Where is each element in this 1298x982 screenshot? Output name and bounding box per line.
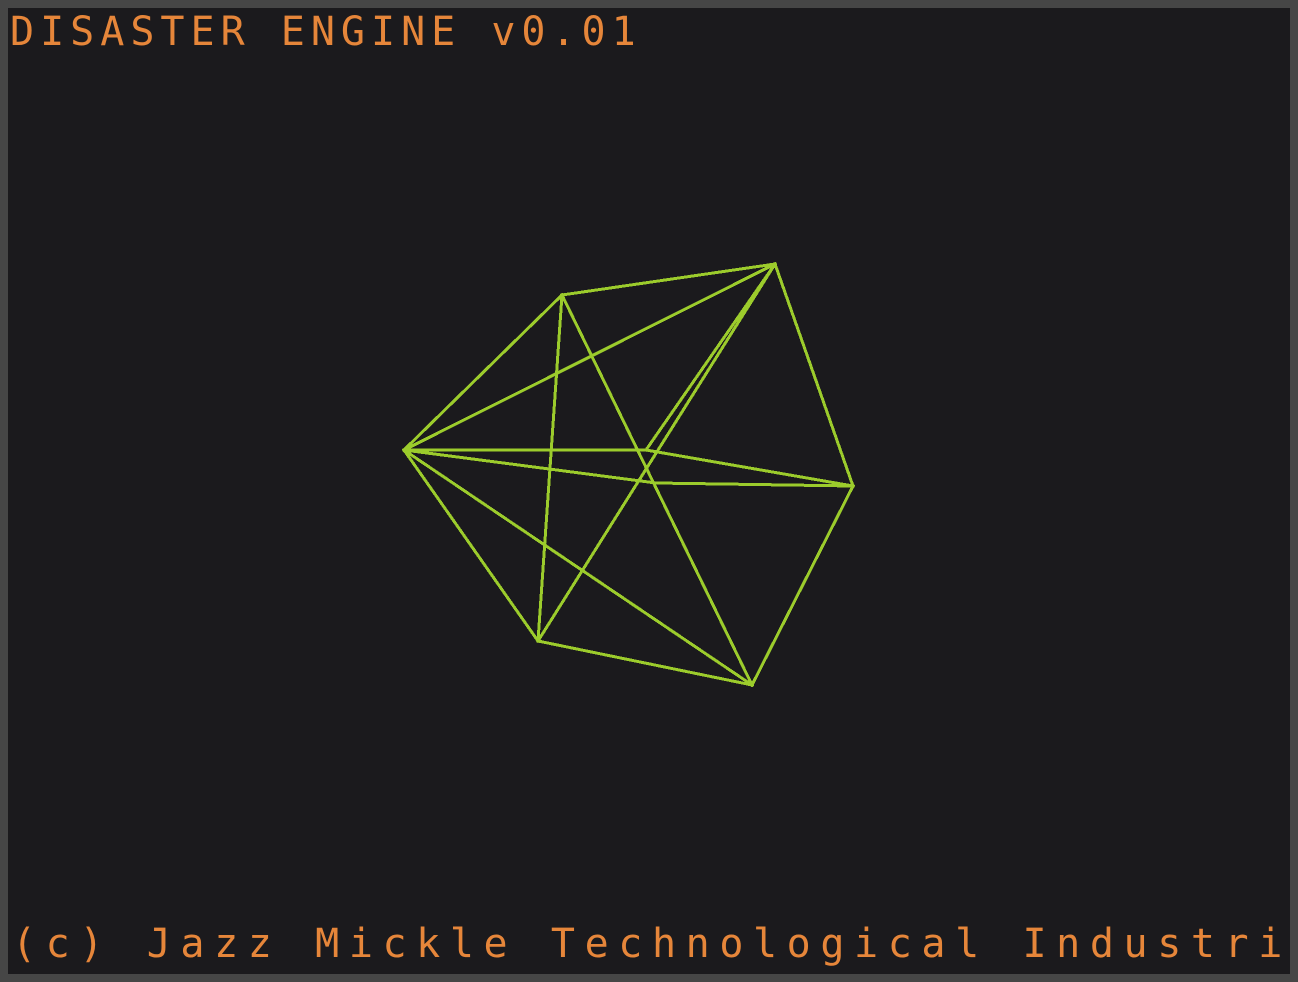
edge [401,447,541,644]
edge [749,483,856,688]
edge [402,448,658,485]
wireframe-model [401,261,856,688]
game-screen: DISASTER ENGINE v0.01 (c) Jazz Mickle Te… [8,8,1290,974]
edge [773,262,855,488]
copyright-footer: (c) Jazz Mickle Technological Industries [12,921,1290,967]
edge [559,292,755,688]
edge [654,481,855,488]
edge [401,292,565,453]
edge [643,261,778,453]
edge [644,448,855,488]
window-frame: DISASTER ENGINE v0.01 (c) Jazz Mickle Te… [0,0,1298,982]
